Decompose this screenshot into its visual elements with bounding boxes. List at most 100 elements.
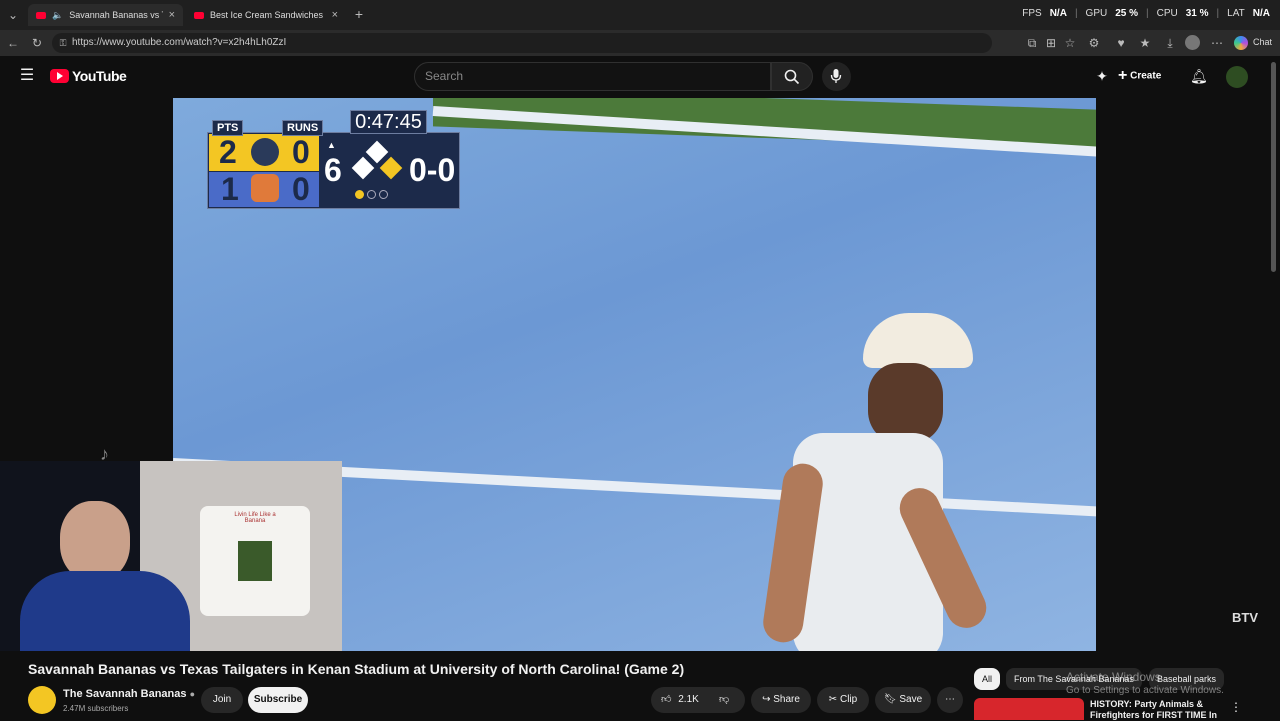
subscribe-button[interactable]: Subscribe [248,687,308,713]
save-button[interactable]: 🔖︎ Save [875,687,931,713]
performance-overlay: FPS N/A | GPU 25 % | CPU 31 % | LAT N/A [1022,8,1270,19]
share-button[interactable]: ↪ Share [751,687,811,713]
create-button[interactable]: + Create [1118,63,1174,89]
reload-icon[interactable]: ↻ [30,36,44,50]
youtube-logo[interactable]: YouTube [50,68,127,84]
chat-label[interactable]: Chat [1253,37,1272,47]
speaker-icon[interactable]: 🔈 [52,10,63,21]
channel-avatar[interactable] [28,686,56,714]
team2-runs: 0 [292,171,310,207]
copilot-icon[interactable] [1234,36,1248,50]
search-icon [784,69,800,85]
streamer-webcam: Livin Life Like a Banana [0,461,342,651]
shirt-text: Livin Life Like a Banana [234,512,276,524]
tab-ice-cream[interactable]: Best Ice Cream Sandwiches Comp × [186,4,346,26]
account-avatar[interactable] [1226,66,1248,88]
favorite-star-icon[interactable]: ☆ [1063,36,1077,50]
like-count: 2.1K [678,694,699,705]
recommended-thumbnail[interactable] [974,698,1084,720]
recommended-title[interactable]: HISTORY: Party Animals & Firefighters fo… [1090,699,1230,721]
youtube-play-icon [50,69,69,83]
thumbs-down-icon[interactable]: 👎︎ [719,687,729,713]
page-scrollbar[interactable] [1271,62,1276,272]
gpu-label: GPU [1085,8,1108,19]
top-inning-arrow-icon: ▲ [327,140,336,150]
chip-all[interactable]: All [974,668,1001,690]
new-tab-icon[interactable]: + [352,7,366,21]
share-arrow-icon: ↪ [762,694,771,705]
bookmark-icon: 🔖︎ [883,694,897,705]
team1-points: 2 [219,134,237,170]
subscriber-count: 2.47M subscribers [63,704,129,713]
youtube-logo-text: YouTube [72,68,127,84]
cpu-label: CPU [1156,8,1178,19]
tiktok-watermark-icon: ♪ [100,444,109,464]
scoreboard-overlay: PTS RUNS 0:47:45 2 0 1 0 ▲ 6 0-0 [207,110,460,209]
search-button[interactable] [771,62,813,91]
site-info-icon[interactable]: ⚿ [57,36,69,50]
plus-icon: + [1118,67,1128,84]
verified-check-icon: ● [189,689,195,699]
streamer-figure [20,501,190,651]
game-timer: 0:47:45 [350,110,427,134]
gpu-value: 25 % [1115,8,1139,19]
team2-points: 1 [221,171,239,207]
tab-list-chevron-icon[interactable]: ⌄ [6,8,20,22]
url-text: https://www.youtube.com/watch?v=x2h4hLh0… [72,37,287,48]
extensions-icon[interactable]: ⚙ [1087,36,1101,50]
bananas-logo-icon [251,138,279,166]
hamburger-menu-icon[interactable]: ☰ [19,68,35,84]
channel-name[interactable]: The Savannah Bananas ● [63,688,195,700]
banana-shirt: Livin Life Like a Banana [200,506,310,616]
url-field[interactable]: ⚿ https://www.youtube.com/watch?v=x2h4hL… [52,33,992,53]
clip-button[interactable]: ✂ Clip [817,687,869,713]
notifications-bell-icon[interactable]: 🔔︎ [1190,69,1208,83]
browser-essentials-icon[interactable]: ♥ [1114,36,1128,50]
tailgaters-logo-icon [251,174,279,202]
close-tab-icon[interactable]: × [169,9,175,21]
activate-line1: Activate Windows [1066,670,1161,684]
downloads-icon[interactable]: ⤓ [1163,36,1177,50]
activate-line2: Go to Settings to activate Windows. [1066,685,1224,696]
search-input[interactable]: Search [414,62,771,91]
browser-tab-bar: ⌄ 🔈 Savannah Bananas vs Texas Ta × Best … [0,0,1280,30]
cpu-value: 31 % [1185,8,1209,19]
tab-savannah-bananas[interactable]: 🔈 Savannah Bananas vs Texas Ta × [28,4,183,26]
app-available-icon[interactable]: ⊞ [1044,36,1058,50]
more-horizontal-icon: ⋯ [945,694,955,705]
profile-avatar[interactable] [1185,35,1200,50]
btv-watermark: BTV [1232,610,1258,625]
favorites-icon[interactable]: ★ [1138,36,1152,50]
activate-windows-notice: Activate Windows Go to Settings to activ… [1066,670,1224,698]
more-actions-button[interactable]: ⋯ [937,687,963,713]
recommended-more-icon[interactable]: ⋮ [1230,700,1242,714]
more-menu-icon[interactable]: ⋯ [1210,36,1224,50]
voice-search-button[interactable] [822,62,851,91]
youtube-favicon-icon [36,11,46,19]
inning-number: 6 [324,152,342,188]
youtube-favicon-icon [194,11,204,19]
player-figure [753,313,1013,651]
outs-indicator [355,190,388,199]
scissors-icon: ✂ [828,694,838,705]
join-button[interactable]: Join [201,687,243,713]
fps-value: N/A [1049,8,1067,19]
like-button[interactable]: 👍︎ 2.1K 👎︎ [651,687,745,713]
address-bar-row: ← ↻ ⚿ https://www.youtube.com/watch?v=x2… [0,30,1280,56]
lat-label: LAT [1227,8,1245,19]
cast-sparkle-icon[interactable]: ✦ [1094,69,1110,83]
fps-label: FPS [1022,8,1042,19]
translate-icon[interactable]: ⧉ [1025,36,1039,50]
tab-title: Best Ice Cream Sandwiches Comp [210,10,326,20]
lat-value: N/A [1252,8,1270,19]
team1-runs: 0 [292,134,310,170]
youtube-header: ☰ YouTube Search ✦ + Create 🔔︎ [0,56,1280,98]
thumbs-up-icon: 👍︎ [661,694,672,705]
video-title: Savannah Bananas vs Texas Tailgaters in … [28,661,685,677]
create-label: Create [1130,70,1162,82]
tab-title: Savannah Bananas vs Texas Ta [69,10,162,20]
ball-strike-count: 0-0 [409,152,456,188]
microphone-icon [830,69,842,83]
back-arrow-icon[interactable]: ← [6,36,20,50]
close-tab-icon[interactable]: × [332,9,338,21]
